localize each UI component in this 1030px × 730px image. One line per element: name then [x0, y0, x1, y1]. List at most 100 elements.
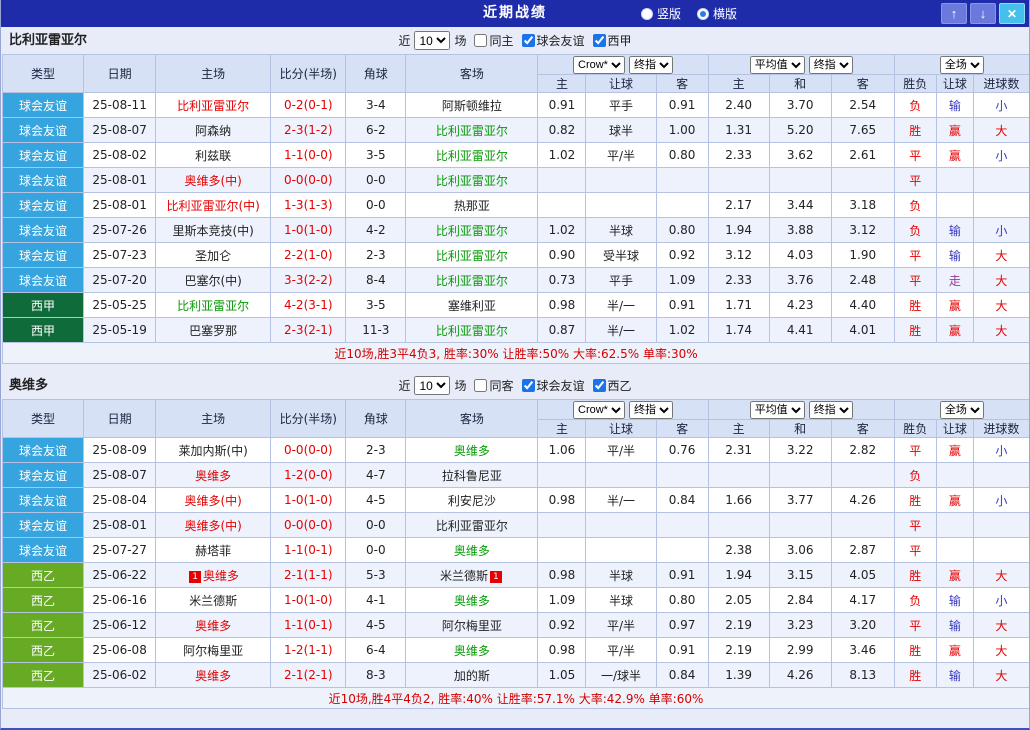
home-team[interactable]: 奥维多(中): [156, 168, 271, 193]
bookmaker-select[interactable]: Crow*: [573, 401, 625, 419]
home-team[interactable]: 米兰德斯: [156, 588, 271, 613]
match-score[interactable]: 0-0(0-0): [271, 168, 346, 193]
match-score[interactable]: 4-2(3-1): [271, 293, 346, 318]
home-team[interactable]: 利兹联: [156, 143, 271, 168]
match-score[interactable]: 1-0(1-0): [271, 218, 346, 243]
away-team[interactable]: 塞维利亚: [406, 293, 538, 318]
scroll-up-button[interactable]: ↑: [941, 3, 967, 24]
away-team[interactable]: 比利亚雷亚尔: [406, 268, 538, 293]
home-team[interactable]: 阿尔梅里亚: [156, 638, 271, 663]
same-venue-filter[interactable]: 同客: [474, 377, 513, 394]
away-team[interactable]: 比利亚雷亚尔: [406, 513, 538, 538]
match-type: 西乙: [3, 588, 84, 613]
match-score[interactable]: 2-3(1-2): [271, 118, 346, 143]
average-select[interactable]: 平均值: [750, 56, 805, 74]
match-score[interactable]: 1-2(0-0): [271, 463, 346, 488]
layout-horizontal-label: 横版: [713, 5, 737, 22]
avg-odds-away: 4.26: [831, 488, 894, 513]
scope-select[interactable]: 全场: [940, 56, 984, 74]
home-team[interactable]: 比利亚雷亚尔: [156, 93, 271, 118]
match-score[interactable]: 0-0(0-0): [271, 513, 346, 538]
match-count-select[interactable]: 10: [414, 31, 450, 50]
away-team[interactable]: 奥维多: [406, 438, 538, 463]
average-select[interactable]: 平均值: [750, 401, 805, 419]
home-team[interactable]: 奥维多(中): [156, 488, 271, 513]
away-team[interactable]: 比利亚雷亚尔: [406, 168, 538, 193]
friendly-filter[interactable]: 球会友谊: [522, 377, 585, 394]
home-team[interactable]: 阿森纳: [156, 118, 271, 143]
away-team[interactable]: 热那亚: [406, 193, 538, 218]
match-score[interactable]: 2-1(2-1): [271, 663, 346, 688]
away-team[interactable]: 米兰德斯1: [406, 563, 538, 588]
away-team[interactable]: 奥维多: [406, 538, 538, 563]
same-venue-checkbox[interactable]: [474, 379, 487, 392]
same-venue-filter[interactable]: 同主: [474, 32, 513, 49]
close-button[interactable]: ✕: [999, 3, 1025, 24]
away-team[interactable]: 阿尔梅里亚: [406, 613, 538, 638]
away-team[interactable]: 比利亚雷亚尔: [406, 143, 538, 168]
same-venue-checkbox[interactable]: [474, 34, 487, 47]
away-team[interactable]: 加的斯: [406, 663, 538, 688]
match-row: 球会友谊25-08-02利兹联1-1(0-0)3-5比利亚雷亚尔1.02平/半0…: [3, 143, 1030, 168]
away-team[interactable]: 奥维多: [406, 588, 538, 613]
friendly-filter[interactable]: 球会友谊: [522, 32, 585, 49]
away-team[interactable]: 比利亚雷亚尔: [406, 318, 538, 343]
match-type: 球会友谊: [3, 438, 84, 463]
match-score[interactable]: 1-3(1-3): [271, 193, 346, 218]
home-team[interactable]: 奥维多: [156, 663, 271, 688]
away-team[interactable]: 利安尼沙: [406, 488, 538, 513]
league-filter[interactable]: 西甲: [593, 32, 632, 49]
match-score[interactable]: 3-3(2-2): [271, 268, 346, 293]
away-team[interactable]: 奥维多: [406, 638, 538, 663]
league-checkbox[interactable]: [593, 379, 606, 392]
initial-odds-home: [538, 463, 586, 488]
home-team[interactable]: 奥维多: [156, 463, 271, 488]
scroll-down-button[interactable]: ↓: [970, 3, 996, 24]
record-summary: 近10场,胜3平4负3, 胜率:30% 让胜率:50% 大率:62.5% 单率:…: [3, 343, 1030, 364]
average-stage-select[interactable]: 终指: [809, 56, 853, 74]
average-stage-select[interactable]: 终指: [809, 401, 853, 419]
home-team[interactable]: 巴塞罗那: [156, 318, 271, 343]
match-score[interactable]: 0-2(0-1): [271, 93, 346, 118]
match-score[interactable]: 1-1(0-0): [271, 143, 346, 168]
friendly-checkbox[interactable]: [522, 34, 535, 47]
home-team[interactable]: 巴塞尔(中): [156, 268, 271, 293]
league-filter[interactable]: 西乙: [593, 377, 632, 394]
friendly-checkbox[interactable]: [522, 379, 535, 392]
match-score[interactable]: 1-1(0-1): [271, 538, 346, 563]
away-team[interactable]: 比利亚雷亚尔: [406, 243, 538, 268]
match-score[interactable]: 2-1(1-1): [271, 563, 346, 588]
radio-icon[interactable]: [697, 8, 709, 20]
match-score[interactable]: 2-3(2-1): [271, 318, 346, 343]
away-team[interactable]: 比利亚雷亚尔: [406, 118, 538, 143]
home-team[interactable]: 莱加内斯(中): [156, 438, 271, 463]
home-team[interactable]: 奥维多(中): [156, 513, 271, 538]
home-team[interactable]: 里斯本竞技(中): [156, 218, 271, 243]
odds-stage-select[interactable]: 终指: [629, 401, 673, 419]
home-team[interactable]: 比利亚雷亚尔: [156, 293, 271, 318]
match-score[interactable]: 1-2(1-1): [271, 638, 346, 663]
layout-radio-horizontal[interactable]: 横版: [697, 5, 737, 22]
match-score[interactable]: 0-0(0-0): [271, 438, 346, 463]
home-team[interactable]: 比利亚雷亚尔(中): [156, 193, 271, 218]
bookmaker-select[interactable]: Crow*: [573, 56, 625, 74]
match-count-select[interactable]: 10: [414, 376, 450, 395]
away-team[interactable]: 拉科鲁尼亚: [406, 463, 538, 488]
league-checkbox[interactable]: [593, 34, 606, 47]
home-team[interactable]: 1奥维多: [156, 563, 271, 588]
layout-radio-vertical[interactable]: 竖版: [641, 5, 681, 22]
match-score[interactable]: 1-0(1-0): [271, 588, 346, 613]
radio-icon[interactable]: [641, 8, 653, 20]
initial-odds-home: [538, 538, 586, 563]
scope-select[interactable]: 全场: [940, 401, 984, 419]
initial-handicap: 平/半: [586, 638, 656, 663]
match-score[interactable]: 1-1(0-1): [271, 613, 346, 638]
away-team[interactable]: 阿斯顿维拉: [406, 93, 538, 118]
match-score[interactable]: 2-2(1-0): [271, 243, 346, 268]
home-team[interactable]: 圣加仑: [156, 243, 271, 268]
away-team[interactable]: 比利亚雷亚尔: [406, 218, 538, 243]
odds-stage-select[interactable]: 终指: [629, 56, 673, 74]
match-score[interactable]: 1-0(1-0): [271, 488, 346, 513]
home-team[interactable]: 奥维多: [156, 613, 271, 638]
home-team[interactable]: 赫塔菲: [156, 538, 271, 563]
